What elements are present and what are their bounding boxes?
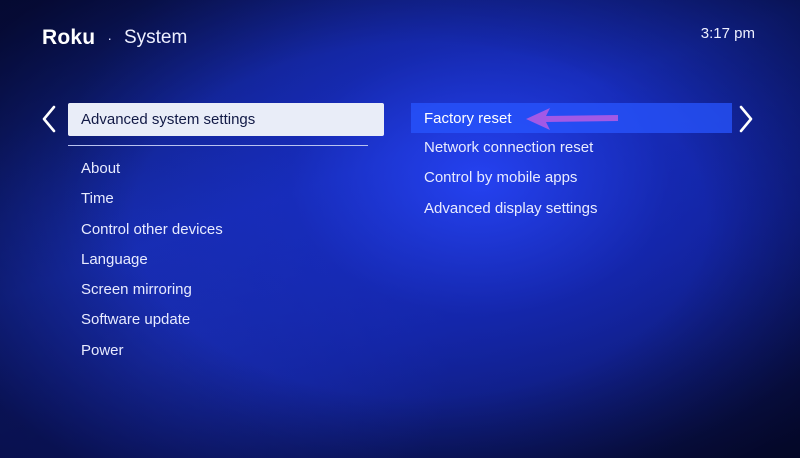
menu-item-control-by-mobile-apps[interactable]: Control by mobile apps: [411, 163, 732, 193]
divider: [68, 145, 368, 146]
menu-item-advanced-display-settings[interactable]: Advanced display settings: [411, 194, 732, 224]
chevron-left-icon[interactable]: [38, 104, 60, 134]
right-menu-list: Network connection reset Control by mobi…: [411, 133, 732, 224]
menu-item-language[interactable]: Language: [68, 245, 384, 275]
menu-item-software-update[interactable]: Software update: [68, 305, 384, 335]
header-separator: ·: [107, 30, 112, 46]
clock: 3:17 pm: [700, 25, 755, 42]
menu-item-about[interactable]: About: [68, 154, 384, 184]
menu-item-label: Factory reset: [424, 109, 512, 127]
menu-item-power[interactable]: Power: [68, 336, 384, 366]
left-menu-list: About Time Control other devices Languag…: [68, 154, 384, 366]
roku-system-screen: Roku · System 3:17 pm Advanced system se…: [0, 0, 800, 458]
header-brand: Roku · System: [42, 26, 187, 50]
pointer-arrow-icon: [526, 108, 618, 130]
roku-logo: Roku: [42, 26, 96, 49]
menu-item-network-connection-reset[interactable]: Network connection reset: [411, 133, 732, 163]
page-title: System: [123, 27, 188, 48]
menu-item-screen-mirroring[interactable]: Screen mirroring: [68, 275, 384, 305]
menu-item-label: Advanced system settings: [81, 111, 256, 128]
menu-item-control-other-devices[interactable]: Control other devices: [68, 215, 384, 245]
chevron-right-icon[interactable]: [735, 104, 757, 134]
menu-item-advanced-system-settings[interactable]: Advanced system settings: [68, 103, 384, 136]
left-menu: Advanced system settings About Time Cont…: [68, 103, 384, 366]
menu-item-time[interactable]: Time: [68, 184, 384, 214]
